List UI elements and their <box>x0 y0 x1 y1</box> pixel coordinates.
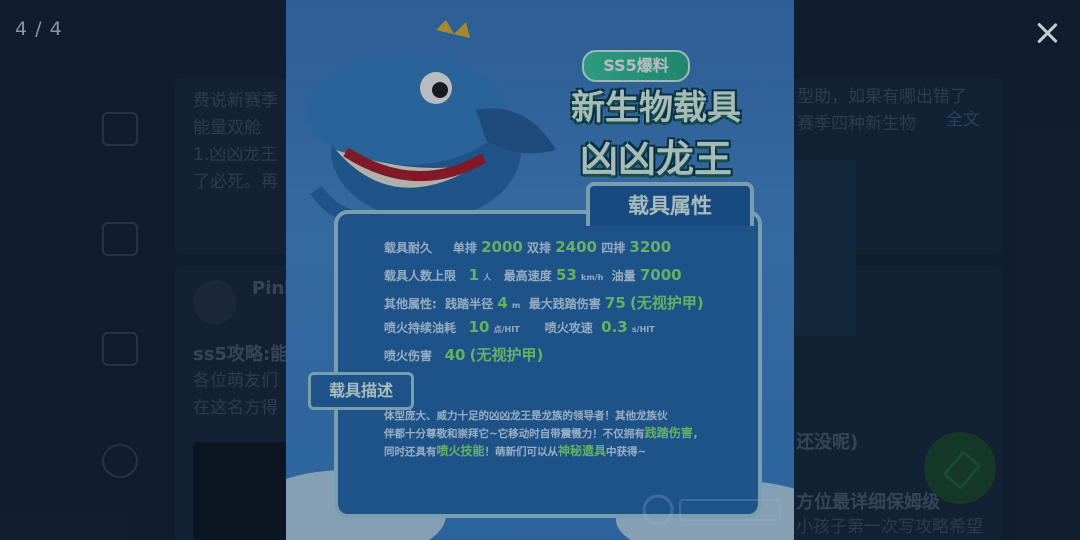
description-title: 载具描述 <box>308 372 414 410</box>
season-badge: SS5爆料 <box>582 50 690 82</box>
close-icon[interactable] <box>1030 16 1064 50</box>
poster-headline-1: 新生物载具 <box>571 88 741 128</box>
attr-row-other: 其他属性: 践踏半径 4 m 最大践踏伤害 75 (无视护甲) <box>384 294 704 312</box>
poster-image[interactable]: SS5爆料 新生物载具 凶凶龙王 载具属性 载具耐久 单排 2000 双排 24… <box>286 0 794 540</box>
image-counter: 4 / 4 <box>15 18 63 40</box>
attr-row-durability: 载具耐久 单排 2000 双排 2400 四排 3200 <box>384 238 672 256</box>
attr-row-fire-fuel: 喷火持续油耗 10 点/HIT 喷火攻速 0.3 s/HIT <box>384 318 655 336</box>
attr-row-fire-damage: 喷火伤害 40 (无视护甲) <box>384 346 544 364</box>
watermark-logo <box>642 494 781 526</box>
description-text: 体型庞大、威力十足的凶凶龙王是龙族的领导者！其他龙族伙 伴都十分尊敬和崇拜它~它… <box>384 410 704 458</box>
attributes-title: 载具属性 <box>586 182 754 226</box>
poster-headline-2: 凶凶龙王 <box>579 137 732 181</box>
attr-row-capacity: 载具人数上限 1 人 最高速度 53 km/h 油量 7000 <box>384 266 682 284</box>
